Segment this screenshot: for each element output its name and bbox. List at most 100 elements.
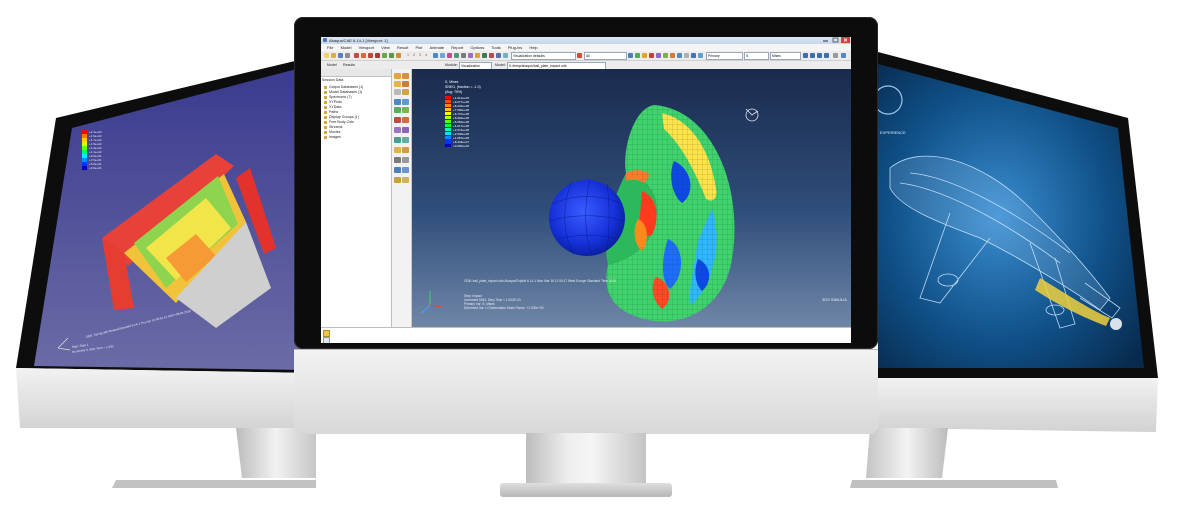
display-group-tool-icon[interactable] xyxy=(394,147,401,153)
view-front-icon[interactable] xyxy=(389,53,394,58)
superimpose-tool-icon[interactable] xyxy=(402,157,409,163)
tools-tool-icon[interactable] xyxy=(394,177,401,183)
pan-icon[interactable] xyxy=(361,53,366,58)
tree-item[interactable]: Spectrums (7) xyxy=(324,95,352,99)
step-tool-icon[interactable] xyxy=(402,167,409,173)
tree-item[interactable]: Paths xyxy=(324,110,338,114)
xy-plot-tool-icon[interactable] xyxy=(402,107,409,113)
allow-multiple-icon[interactable] xyxy=(663,53,668,58)
plot-contours-icon[interactable] xyxy=(642,53,647,58)
menu-model[interactable]: Model xyxy=(341,45,352,50)
new-file-icon[interactable] xyxy=(324,53,329,58)
contour-tool-icon[interactable] xyxy=(394,81,401,87)
query-icon[interactable] xyxy=(461,53,466,58)
maximize-button[interactable] xyxy=(831,37,840,43)
customize-tool-icon[interactable] xyxy=(402,177,409,183)
menu-help[interactable]: Help xyxy=(529,45,537,50)
next-frame-icon[interactable] xyxy=(817,53,822,58)
first-frame-icon[interactable] xyxy=(803,53,808,58)
step-options-icon[interactable] xyxy=(841,53,846,58)
view-3-button[interactable]: 3 xyxy=(419,53,421,57)
session-data-header[interactable]: Session Data xyxy=(322,78,343,82)
view-cut-tool-icon[interactable] xyxy=(394,127,401,133)
cut-icon[interactable] xyxy=(496,53,501,58)
tree-item[interactable]: XYPlots xyxy=(324,100,342,104)
path-tool-icon[interactable] xyxy=(402,137,409,143)
message-area[interactable] xyxy=(321,327,851,343)
plot-deformed-tool-icon[interactable] xyxy=(402,73,409,79)
menu-options[interactable]: Options xyxy=(470,45,484,50)
menu-view[interactable]: View xyxy=(381,45,390,50)
menu-file[interactable]: File xyxy=(327,45,333,50)
display-group-icon[interactable] xyxy=(468,53,473,58)
color-code-icon[interactable] xyxy=(447,53,452,58)
menu-plot[interactable]: Plot xyxy=(415,45,422,50)
superimpose-icon[interactable] xyxy=(670,53,675,58)
animate-icon[interactable] xyxy=(691,53,696,58)
query-tool-icon[interactable] xyxy=(402,117,409,123)
tree-item[interactable]: Streams xyxy=(324,125,342,129)
viewport-icon[interactable] xyxy=(440,53,445,58)
layout-icon[interactable] xyxy=(433,53,438,58)
tree-item[interactable]: Display Groups (1) xyxy=(324,115,359,119)
view-2-button[interactable]: 2 xyxy=(413,53,415,57)
view-4-button[interactable]: 4 xyxy=(425,53,427,57)
minimize-button[interactable] xyxy=(821,37,830,43)
view-iso-icon[interactable] xyxy=(382,53,387,58)
last-frame-icon[interactable] xyxy=(824,53,829,58)
time-history-tool-icon[interactable] xyxy=(402,99,409,105)
replace-tool-icon[interactable] xyxy=(402,147,409,153)
visibility-icon[interactable] xyxy=(482,53,487,58)
color-map-icon[interactable] xyxy=(577,53,582,58)
open-folder-icon[interactable] xyxy=(331,53,336,58)
save-icon[interactable] xyxy=(338,53,343,58)
material-tool-icon[interactable] xyxy=(394,89,401,95)
viewport[interactable]: S, Mises SNEG, (fraction = -1.0) (Avg: 7… xyxy=(412,69,851,327)
view-1-button[interactable]: 1 xyxy=(407,53,409,57)
plot-undeformed-icon[interactable] xyxy=(628,53,633,58)
frame-selector-icon[interactable] xyxy=(833,53,838,58)
print-icon[interactable] xyxy=(345,53,350,58)
menu-viewport[interactable]: Viewport xyxy=(359,45,375,50)
orientation-tool-icon[interactable] xyxy=(402,89,409,95)
stream-tool-icon[interactable] xyxy=(394,137,401,143)
mises-select[interactable]: Mises xyxy=(770,52,801,60)
rotate-icon[interactable] xyxy=(368,53,373,58)
tree-item[interactable]: Movies xyxy=(324,130,340,134)
highlight-icon[interactable] xyxy=(489,53,494,58)
animate-tool-icon[interactable] xyxy=(394,99,401,105)
tree-item[interactable]: Model Databases (1) xyxy=(324,90,362,94)
fit-view-icon[interactable] xyxy=(375,53,380,58)
common-tool-icon[interactable] xyxy=(394,157,401,163)
plot-deformed-icon[interactable] xyxy=(635,53,640,58)
tree-item[interactable]: Output Databases (1) xyxy=(324,85,363,89)
perspective-icon[interactable] xyxy=(503,53,508,58)
xy-plot-icon[interactable] xyxy=(698,53,703,58)
menu-tools[interactable]: Tools xyxy=(491,45,500,50)
python-console-icon[interactable] xyxy=(323,337,330,343)
field-output-tool-icon[interactable] xyxy=(394,167,401,173)
render-style-icon[interactable] xyxy=(396,53,401,58)
visualization-defaults-select[interactable]: Visualization defaults xyxy=(511,52,576,60)
tree-item[interactable]: XYData xyxy=(324,105,341,109)
free-body-tool-icon[interactable] xyxy=(402,127,409,133)
tree-item[interactable]: Images xyxy=(324,135,341,139)
tab-model[interactable]: Model xyxy=(327,63,337,67)
previous-frame-icon[interactable] xyxy=(810,53,815,58)
xy-data-tool-icon[interactable] xyxy=(394,107,401,113)
all-select[interactable]: All xyxy=(584,52,627,60)
tab-results[interactable]: Results xyxy=(343,63,355,67)
close-button[interactable] xyxy=(841,37,850,43)
menu-animate[interactable]: Animate xyxy=(429,45,444,50)
plot-undeformed-tool-icon[interactable] xyxy=(394,73,401,79)
plot-symbols-icon[interactable] xyxy=(649,53,654,58)
menu-result[interactable]: Result xyxy=(397,45,408,50)
primary-select[interactable]: Primary xyxy=(706,52,743,60)
symbol-tool-icon[interactable] xyxy=(402,81,409,87)
report-tool-icon[interactable] xyxy=(394,117,401,123)
overlay-icon[interactable] xyxy=(684,53,689,58)
menu-plugins[interactable]: Plug-ins xyxy=(508,45,522,50)
zoom-icon[interactable] xyxy=(354,53,359,58)
menu-report[interactable]: Report xyxy=(451,45,463,50)
tree-item[interactable]: Free Body Cuts xyxy=(324,120,354,124)
